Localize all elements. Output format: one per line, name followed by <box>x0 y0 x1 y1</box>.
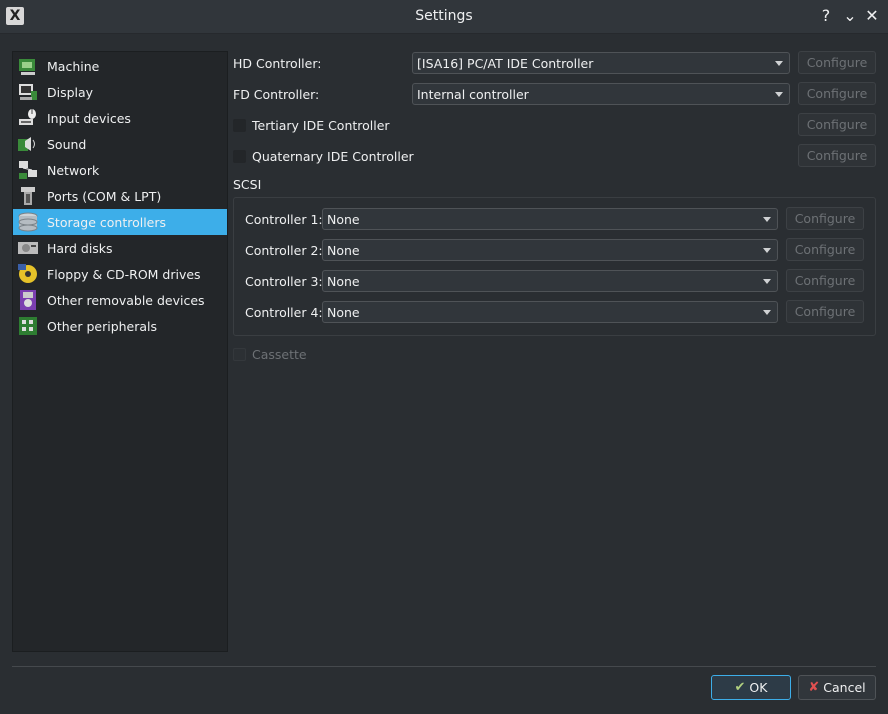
sidebar-item-machine[interactable]: Machine <box>13 53 227 79</box>
sidebar-item-label: Hard disks <box>47 240 113 256</box>
fd-controller-label: FD Controller: <box>233 87 320 102</box>
sidebar-item-label: Machine <box>47 58 100 74</box>
chevron-down-icon <box>763 217 771 222</box>
footer-separator <box>12 666 876 667</box>
hd-controller-value: [ISA16] PC/AT IDE Controller <box>417 56 594 71</box>
quaternary-ide-label: Quaternary IDE Controller <box>252 149 414 164</box>
sidebar-item-label: Other peripherals <box>47 318 158 334</box>
scsi-controller-3-label: Controller 3: <box>245 274 323 289</box>
hd-controller-select[interactable]: [ISA16] PC/AT IDE Controller <box>412 52 790 74</box>
scsi-controller-3-select[interactable]: None <box>322 270 778 292</box>
chevron-down-icon <box>775 92 783 97</box>
sidebar-item-label: Storage controllers <box>47 214 167 230</box>
sidebar-item-floppy-cdrom[interactable]: Floppy & CD-ROM drives <box>13 261 227 287</box>
display-icon <box>19 84 37 100</box>
cancel-button-label: Cancel <box>823 680 866 695</box>
scsi-controller-2-label: Controller 2: <box>245 243 323 258</box>
sidebar-item-label: Sound <box>47 136 87 152</box>
help-icon[interactable]: ? <box>816 6 836 26</box>
scsi-controller-1-label: Controller 1: <box>245 212 323 227</box>
machine-icon <box>19 59 35 75</box>
sound-icon <box>18 137 35 151</box>
storage-controllers-icon <box>18 212 38 232</box>
scsi-controller-3-configure-button[interactable]: Configure <box>786 269 864 292</box>
scsi-controller-1-configure-button[interactable]: Configure <box>786 207 864 230</box>
cancel-icon: ✘ <box>808 680 820 695</box>
tertiary-ide-configure-button[interactable]: Configure <box>798 113 876 136</box>
cassette-label: Cassette <box>252 347 307 362</box>
sidebar-item-peripherals[interactable]: Other peripherals <box>13 313 227 339</box>
quaternary-ide-checkbox[interactable] <box>233 150 246 163</box>
sidebar-item-label: Network <box>47 162 100 178</box>
window-title: Settings <box>415 8 473 24</box>
floppy-cdrom-icon <box>18 264 37 283</box>
sidebar-item-storage-controllers[interactable]: Storage controllers <box>13 209 227 235</box>
scsi-group-title: SCSI <box>233 177 262 192</box>
hd-controller-configure-button[interactable]: Configure <box>798 51 876 74</box>
scsi-controller-2-configure-button[interactable]: Configure <box>786 238 864 261</box>
sidebar-item-sound[interactable]: Sound <box>13 131 227 157</box>
scsi-controller-4-configure-button[interactable]: Configure <box>786 300 864 323</box>
ok-button[interactable]: ✔ OK <box>711 675 791 700</box>
network-icon <box>19 161 37 179</box>
chevron-down-icon <box>763 279 771 284</box>
chevron-down-icon <box>763 310 771 315</box>
peripherals-icon <box>19 317 37 335</box>
checkmark-icon: ✔ <box>734 680 746 695</box>
scsi-controller-3-value: None <box>327 274 360 289</box>
sidebar-item-display[interactable]: Display <box>13 79 227 105</box>
hard-disks-icon <box>18 242 38 254</box>
scsi-controller-1-value: None <box>327 212 360 227</box>
sidebar-item-label: Input devices <box>47 110 131 126</box>
input-devices-icon <box>19 109 36 125</box>
chevron-down-icon[interactable]: ⌄ <box>840 6 860 26</box>
settings-category-list[interactable]: Machine Display Input devices Sound Netw… <box>12 51 228 652</box>
fd-controller-select[interactable]: Internal controller <box>412 83 790 105</box>
scsi-controller-1-select[interactable]: None <box>322 208 778 230</box>
sidebar-item-input-devices[interactable]: Input devices <box>13 105 227 131</box>
sidebar-item-label: Ports (COM & LPT) <box>47 188 162 204</box>
cancel-button[interactable]: ✘ Cancel <box>798 675 876 700</box>
scsi-controller-2-select[interactable]: None <box>322 239 778 261</box>
ok-button-label: OK <box>749 680 768 695</box>
chevron-down-icon <box>775 61 783 66</box>
removable-devices-icon <box>20 290 36 310</box>
fd-controller-configure-button[interactable]: Configure <box>798 82 876 105</box>
scsi-controller-4-select[interactable]: None <box>322 301 778 323</box>
close-icon[interactable]: ✕ <box>862 6 882 26</box>
tertiary-ide-label: Tertiary IDE Controller <box>252 118 390 133</box>
sidebar-item-removable-devices[interactable]: Other removable devices <box>13 287 227 313</box>
chevron-down-icon <box>763 248 771 253</box>
tertiary-ide-checkbox[interactable] <box>233 119 246 132</box>
sidebar-item-ports[interactable]: Ports (COM & LPT) <box>13 183 227 209</box>
sidebar-item-label: Floppy & CD-ROM drives <box>47 266 201 282</box>
scsi-controller-2-value: None <box>327 243 360 258</box>
fd-controller-value: Internal controller <box>417 87 529 102</box>
hd-controller-label: HD Controller: <box>233 56 322 71</box>
scsi-controller-4-label: Controller 4: <box>245 305 323 320</box>
sidebar-item-hard-disks[interactable]: Hard disks <box>13 235 227 261</box>
quaternary-ide-configure-button[interactable]: Configure <box>798 144 876 167</box>
sidebar-item-network[interactable]: Network <box>13 157 227 183</box>
ports-icon <box>21 187 35 205</box>
title-bar[interactable]: X Settings ? ⌄ ✕ <box>0 0 888 34</box>
cassette-checkbox[interactable] <box>233 348 246 361</box>
sidebar-item-label: Other removable devices <box>47 292 205 308</box>
sidebar-item-label: Display <box>47 84 94 100</box>
scsi-controller-4-value: None <box>327 305 360 320</box>
